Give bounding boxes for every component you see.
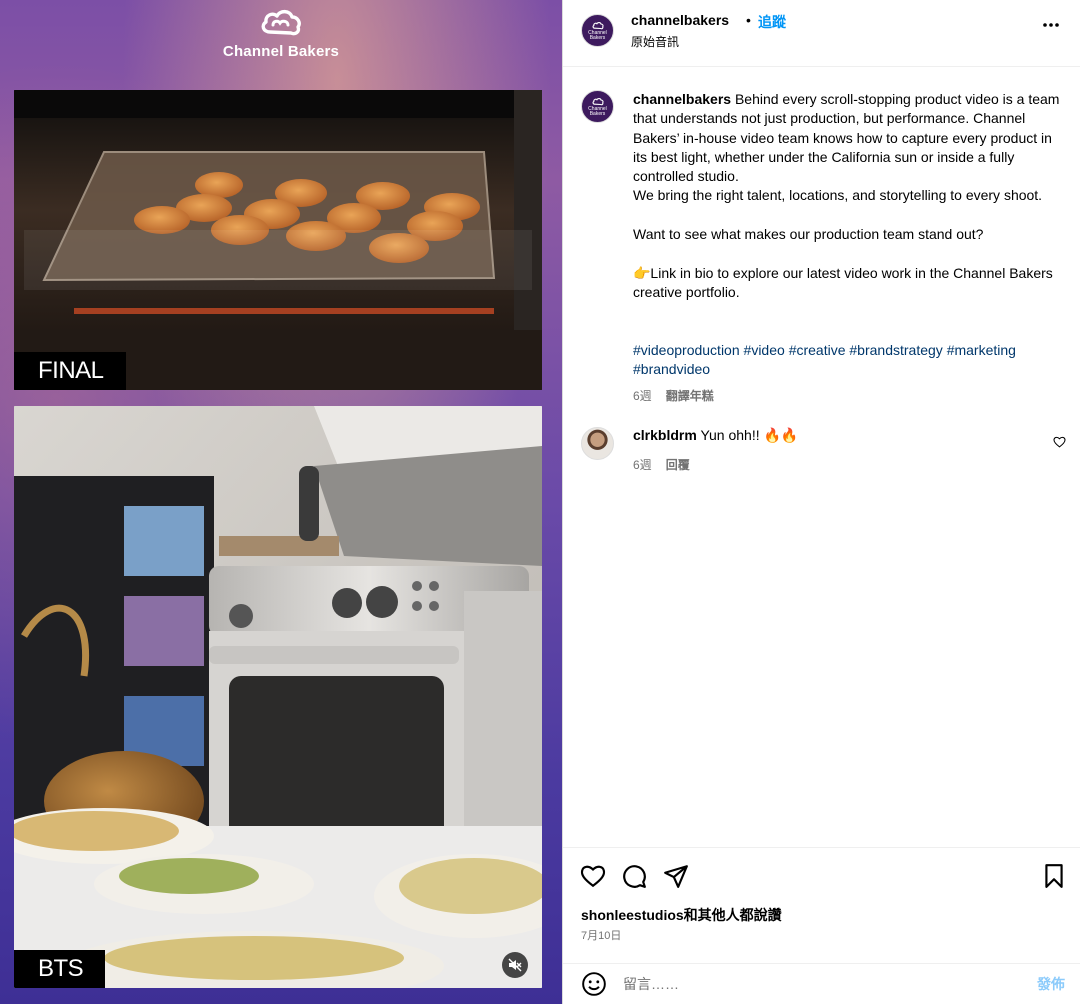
channel-bakers-logo-icon [592, 97, 604, 105]
final-label: FINAL [14, 352, 126, 390]
more-options-icon[interactable] [1042, 22, 1060, 28]
channel-bakers-logo-icon [592, 21, 604, 29]
hashtag-link[interactable]: #brandstrategy [849, 342, 942, 358]
avatar-text: Channel Bakers [588, 29, 607, 41]
caption-meta: 6週 翻譯年糕 [633, 387, 714, 404]
channel-bakers-logo-icon [261, 9, 301, 36]
audio-label[interactable]: 原始音訊 [631, 33, 679, 50]
comment-input[interactable] [623, 971, 1003, 997]
hashtag-list: #videoproduction #video #creative #brand… [633, 341, 1063, 380]
brand-name: Channel Bakers [222, 43, 340, 60]
post-caption: channelbakers Behind every scroll-stoppi… [633, 90, 1063, 302]
bts-video-frame: BTS [14, 406, 542, 988]
comment-icon[interactable] [621, 863, 647, 889]
hashtag-link[interactable]: #brandvideo [633, 361, 710, 377]
hashtag-link[interactable]: #creative [789, 342, 846, 358]
mute-icon [508, 958, 522, 972]
brand-overlay: Channel Bakers [0, 6, 562, 60]
share-icon[interactable] [663, 863, 689, 889]
avatar-text: Channel Bakers [588, 105, 607, 117]
hashtag-link[interactable]: #video [744, 342, 785, 358]
translate-button[interactable]: 翻譯年糕 [666, 389, 714, 403]
comment-text: Yun ohh!! 🔥🔥 [696, 427, 799, 443]
post-panel: Channel Bakers channelbakers • 追蹤 原始音訊 C… [562, 0, 1080, 1004]
reply-button[interactable]: 回覆 [666, 458, 690, 472]
kitchen-scene-image [14, 406, 542, 988]
caption-username[interactable]: channelbakers [633, 91, 731, 107]
comment-like-heart-icon[interactable] [1053, 436, 1066, 448]
bookmark-icon[interactable] [1041, 863, 1067, 889]
caption-age[interactable]: 6週 [633, 389, 652, 403]
comment-item: clrkbldrm Yun ohh!! 🔥🔥 [633, 427, 798, 444]
author-avatar[interactable]: Channel Bakers [581, 14, 614, 47]
caption-text: Behind every scroll-stopping product vid… [633, 91, 1060, 300]
comment-age: 6週 [633, 458, 652, 472]
commenter-avatar[interactable] [581, 427, 614, 460]
media-viewer[interactable]: Channel Bakers FINAL BTS [0, 0, 562, 1004]
author-username[interactable]: channelbakers [631, 12, 729, 28]
caption-author-avatar[interactable]: Channel Bakers [581, 90, 614, 123]
post-comment-button[interactable]: 發佈 [1037, 974, 1065, 994]
like-heart-icon[interactable] [580, 863, 606, 889]
post-header: Channel Bakers channelbakers • 追蹤 原始音訊 [563, 0, 1080, 67]
final-video-frame: FINAL [14, 90, 542, 390]
oven-interior-image [14, 90, 542, 390]
emoji-icon[interactable] [581, 971, 607, 997]
mute-button[interactable] [502, 952, 528, 978]
comment-composer: 發佈 [563, 963, 1080, 1004]
follow-button[interactable]: 追蹤 [758, 12, 786, 32]
hashtag-link[interactable]: #videoproduction [633, 342, 740, 358]
bts-label: BTS [14, 950, 106, 988]
hashtag-link[interactable]: #marketing [947, 342, 1016, 358]
likes-summary[interactable]: shonleestudios和其他人都說讚 [581, 905, 782, 925]
commenter-username[interactable]: clrkbldrm [633, 427, 697, 443]
post-date[interactable]: 7月10日 [581, 927, 621, 943]
action-bar: shonleestudios和其他人都說讚 7月10日 [563, 847, 1080, 963]
comment-meta: 6週 回覆 [633, 456, 690, 473]
separator-dot: • [746, 12, 751, 28]
